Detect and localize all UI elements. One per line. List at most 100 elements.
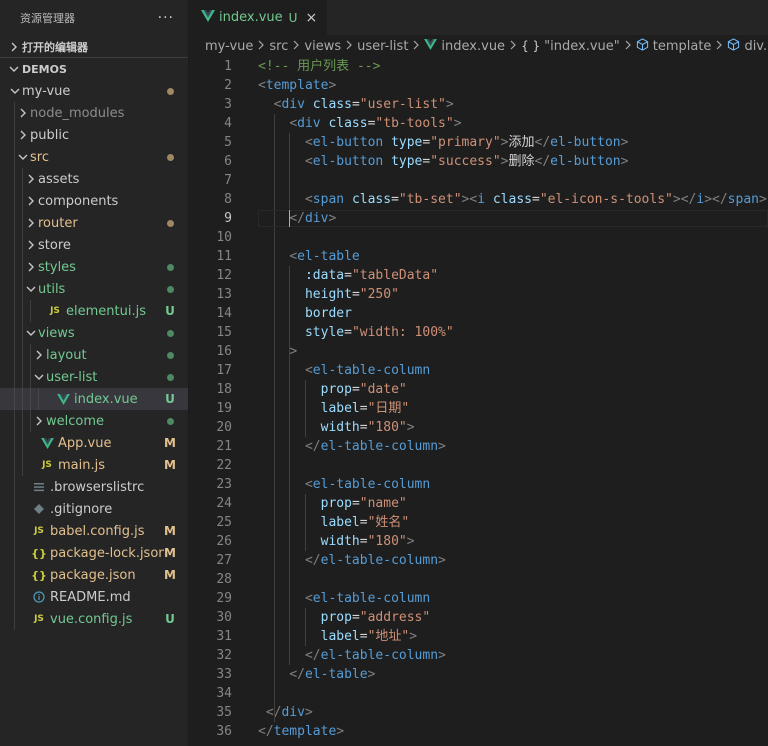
breadcrumb-item[interactable]: user-list <box>357 39 408 54</box>
tree-item-my-vue[interactable]: my-vue <box>0 80 188 102</box>
git-status-dot <box>167 153 174 161</box>
code-line: 3 <div class="user-list"> <box>189 95 768 114</box>
line-number: 1 <box>224 59 232 74</box>
tree-item-router[interactable]: router <box>0 212 188 234</box>
line-number: 16 <box>216 344 232 359</box>
token-br: </ <box>258 724 274 739</box>
tree-item-package-json[interactable]: {} package.json M <box>0 564 188 586</box>
indent-guide <box>14 476 15 498</box>
tree-item-label: package-lock.json <box>50 545 164 561</box>
breadcrumb-separator-icon <box>345 40 353 53</box>
line-number: 26 <box>216 534 232 549</box>
line-number: 22 <box>216 458 232 473</box>
indent-guide <box>22 234 23 256</box>
tree-item-store[interactable]: store <box>0 234 188 256</box>
token-tag: el-button <box>550 154 621 169</box>
tree-item-elementui-js[interactable]: JS elementui.js U <box>0 300 188 322</box>
tree-item-node-modules[interactable]: node_modules <box>0 102 188 124</box>
code-text: <el-table-column <box>232 361 768 380</box>
tree-item-label: package.json <box>50 567 136 583</box>
line-number: 34 <box>216 686 232 701</box>
chevron-down-icon <box>8 86 22 96</box>
tree-item-styles[interactable]: styles <box>0 256 188 278</box>
tab-label: index.vue <box>219 10 283 25</box>
breadcrumb-separator-icon <box>257 40 265 53</box>
workspace-section[interactable]: DEMOS <box>0 58 188 80</box>
code-text: <span class="tb-set"><i class="el-icon-s… <box>232 190 768 209</box>
js-file-icon: JS <box>34 526 44 536</box>
breadcrumb-label: user-list <box>357 38 409 54</box>
chevron-right-icon <box>16 130 30 140</box>
tree-item-gitignore[interactable]: .gitignore <box>0 498 188 520</box>
line-number: 28 <box>216 572 232 587</box>
tree-item-readme-md[interactable]: README.md <box>0 586 188 608</box>
breadcrumb-item[interactable]: index.vue <box>424 39 505 54</box>
chevron-down-icon <box>24 328 38 338</box>
code-editor[interactable]: 1 <!-- 用户列表 --> 2 <template> 3 <div class="u… <box>189 57 768 746</box>
token-str: "name" <box>359 496 407 511</box>
token-txt: 添加 <box>508 135 535 150</box>
tree-item-vue-config-js[interactable]: JS vue.config.js U <box>0 608 188 630</box>
token-br: </ <box>304 648 321 663</box>
token-attr: class <box>351 192 392 207</box>
braces-icon: { } <box>521 39 541 53</box>
line-number: 5 <box>224 135 232 150</box>
close-icon[interactable]: × <box>305 10 317 26</box>
indent-guide <box>14 124 15 146</box>
indent-guide <box>30 300 31 322</box>
breadcrumb-item[interactable]: div.user-list <box>727 38 768 54</box>
indent-guide <box>22 344 23 366</box>
code-text: <template> <box>232 76 768 95</box>
breadcrumb-separator-icon <box>292 40 300 53</box>
tree-item-browserslistrc[interactable]: .browserslistrc <box>0 476 188 498</box>
breadcrumb-item[interactable]: my-vue <box>205 39 253 54</box>
token-br: > <box>620 154 629 169</box>
tree-item-public[interactable]: public <box>0 124 188 146</box>
token-br: > <box>336 724 345 739</box>
token-attr: label <box>320 629 360 644</box>
tree-item-views[interactable]: views <box>0 322 188 344</box>
token-tag: el-table-column <box>312 477 431 492</box>
code-line: 21 </el-table-column> <box>189 437 768 456</box>
line-number: 21 <box>216 439 232 454</box>
tree-item-package-lock-json[interactable]: {} package-lock.json M <box>0 542 188 564</box>
tree-item-components[interactable]: components <box>0 190 188 212</box>
line-number: 31 <box>216 629 232 644</box>
breadcrumb-item[interactable]: views <box>304 39 341 54</box>
git-status-dot <box>167 373 174 381</box>
tree-item-layout[interactable]: layout <box>0 344 188 366</box>
git-status-badge: U <box>165 304 175 318</box>
tree-item-index-vue[interactable]: index.vue U <box>0 388 188 410</box>
tree-item-src[interactable]: src <box>0 146 188 168</box>
open-editors-section[interactable]: 打开的编辑器 <box>0 36 188 58</box>
tree-item-assets[interactable]: assets <box>0 168 188 190</box>
tree-item-babel-config-js[interactable]: JS babel.config.js M <box>0 520 188 542</box>
token-str: "tb-set" <box>398 192 462 207</box>
token-attr: style <box>304 325 345 340</box>
code-line: 33 </el-table> <box>189 665 768 684</box>
tree-item-welcome[interactable]: welcome <box>0 410 188 432</box>
tree-item-label: utils <box>38 281 66 297</box>
tree-item-main-js[interactable]: JS main.js M <box>0 454 188 476</box>
indent-guide <box>14 520 15 542</box>
tree-item-app-vue[interactable]: App.vue M <box>0 432 188 454</box>
breadcrumb-item[interactable]: src <box>269 39 288 54</box>
tab-index-vue[interactable]: index.vue U × <box>189 0 329 35</box>
breadcrumb-item[interactable]: template <box>636 38 711 54</box>
breadcrumb-item[interactable]: { } "index.vue" <box>521 39 620 54</box>
code-text: <el-button type="success">删除</el-button> <box>232 152 768 171</box>
code-line: 16 > <box>189 342 768 361</box>
indent-guide <box>22 212 23 234</box>
token-br: < <box>304 192 313 207</box>
tree-item-utils[interactable]: utils <box>0 278 188 300</box>
more-actions-icon[interactable]: ··· <box>158 10 174 26</box>
line-number: 32 <box>216 648 232 663</box>
indent-guide <box>14 278 15 300</box>
code-text: style="width: 100%" <box>232 323 768 342</box>
tree-item-user-list[interactable]: user-list <box>0 366 188 388</box>
token-tag: div <box>281 97 305 112</box>
